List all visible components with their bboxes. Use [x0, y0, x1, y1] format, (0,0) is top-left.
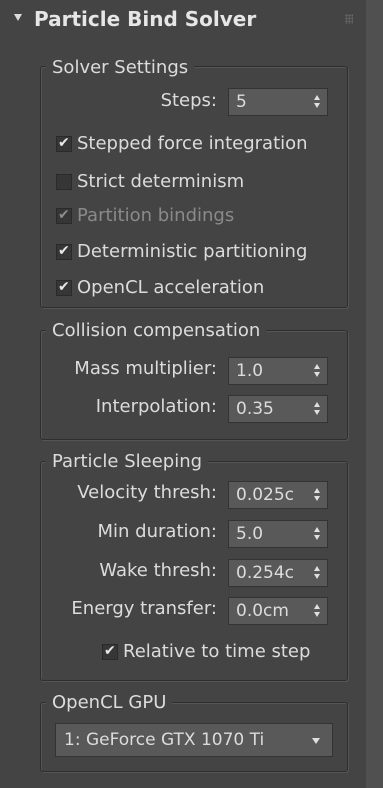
mass-multiplier-label: Mass multiplier:: [74, 358, 217, 379]
energy-transfer-value[interactable]: 0.0cm: [236, 600, 311, 622]
checkbox-label: Deterministic partitioning: [77, 241, 308, 262]
checkmark-icon: ✔: [58, 207, 70, 223]
checkbox-label: Strict determinism: [77, 171, 245, 192]
spinner-arrows-icon[interactable]: [314, 527, 321, 541]
collision-compensation-title: Collision compensation: [46, 320, 267, 342]
velocity-thresh-spinner[interactable]: 0.025c: [228, 481, 328, 509]
scroll-strip[interactable]: [366, 0, 383, 788]
collapse-arrow-icon[interactable]: [14, 14, 22, 21]
spinner-arrows-icon[interactable]: [314, 95, 321, 109]
min-duration-label: Min duration:: [97, 521, 217, 542]
collision-compensation-group: [40, 330, 348, 440]
checkbox-box[interactable]: ✔: [56, 135, 72, 152]
energy-transfer-spinner[interactable]: 0.0cm: [228, 597, 328, 625]
particle-bind-solver-panel: Particle Bind Solver Solver Settings Ste…: [0, 0, 366, 788]
checkbox-box[interactable]: [56, 174, 72, 190]
mass-multiplier-spinner[interactable]: 1.0: [228, 357, 328, 385]
steps-label: Steps:: [160, 90, 217, 111]
checkbox-box[interactable]: ✔: [56, 279, 72, 296]
checkbox-box: ✔: [56, 207, 72, 224]
checkmark-icon: ✔: [58, 135, 70, 151]
interpolation-value[interactable]: 0.35: [236, 398, 311, 420]
rollout-header[interactable]: Particle Bind Solver: [0, 0, 366, 40]
min-duration-value[interactable]: 5.0: [236, 523, 311, 545]
wake-thresh-value[interactable]: 0.254c: [236, 562, 311, 584]
interpolation-label: Interpolation:: [95, 396, 217, 417]
min-duration-spinner[interactable]: 5.0: [228, 520, 328, 548]
spinner-arrows-icon[interactable]: [314, 604, 321, 618]
rollout-title: Particle Bind Solver: [34, 7, 257, 31]
mass-multiplier-value[interactable]: 1.0: [236, 360, 311, 382]
gpu-select-dropdown[interactable]: 1: GeForce GTX 1070 Ti: [55, 723, 333, 757]
checkbox-label: Partition bindings: [77, 205, 235, 226]
solver-settings-title: Solver Settings: [46, 57, 195, 79]
steps-value[interactable]: 5: [236, 91, 311, 113]
steps-spinner[interactable]: 5: [228, 88, 328, 116]
interpolation-spinner[interactable]: 0.35: [228, 395, 328, 423]
checkbox-label: Stepped force integration: [77, 133, 308, 154]
checkmark-icon: ✔: [58, 243, 70, 259]
checkmark-icon: ✔: [104, 643, 116, 659]
checkbox-label: Relative to time step: [123, 641, 311, 662]
velocity-thresh-label: Velocity thresh:: [77, 482, 217, 503]
checkbox-box[interactable]: ✔: [56, 243, 72, 260]
opencl-gpu-title: OpenCL GPU: [46, 692, 173, 714]
wake-thresh-label: Wake thresh:: [99, 560, 217, 581]
spinner-arrows-icon[interactable]: [314, 566, 321, 580]
chevron-down-icon[interactable]: [312, 738, 320, 744]
spinner-arrows-icon[interactable]: [314, 488, 321, 502]
velocity-thresh-value[interactable]: 0.025c: [236, 484, 311, 506]
checkbox-label: OpenCL acceleration: [77, 277, 265, 298]
gpu-selected-value[interactable]: 1: GeForce GTX 1070 Ti: [64, 729, 264, 751]
energy-transfer-label: Energy transfer:: [71, 598, 217, 619]
particle-sleeping-title: Particle Sleeping: [46, 451, 209, 473]
spinner-arrows-icon[interactable]: [314, 402, 321, 416]
checkbox-box[interactable]: ✔: [102, 643, 118, 660]
checkmark-icon: ✔: [58, 279, 70, 295]
spinner-arrows-icon[interactable]: [314, 364, 321, 378]
drag-grip-icon[interactable]: [345, 14, 353, 24]
wake-thresh-spinner[interactable]: 0.254c: [228, 559, 328, 587]
